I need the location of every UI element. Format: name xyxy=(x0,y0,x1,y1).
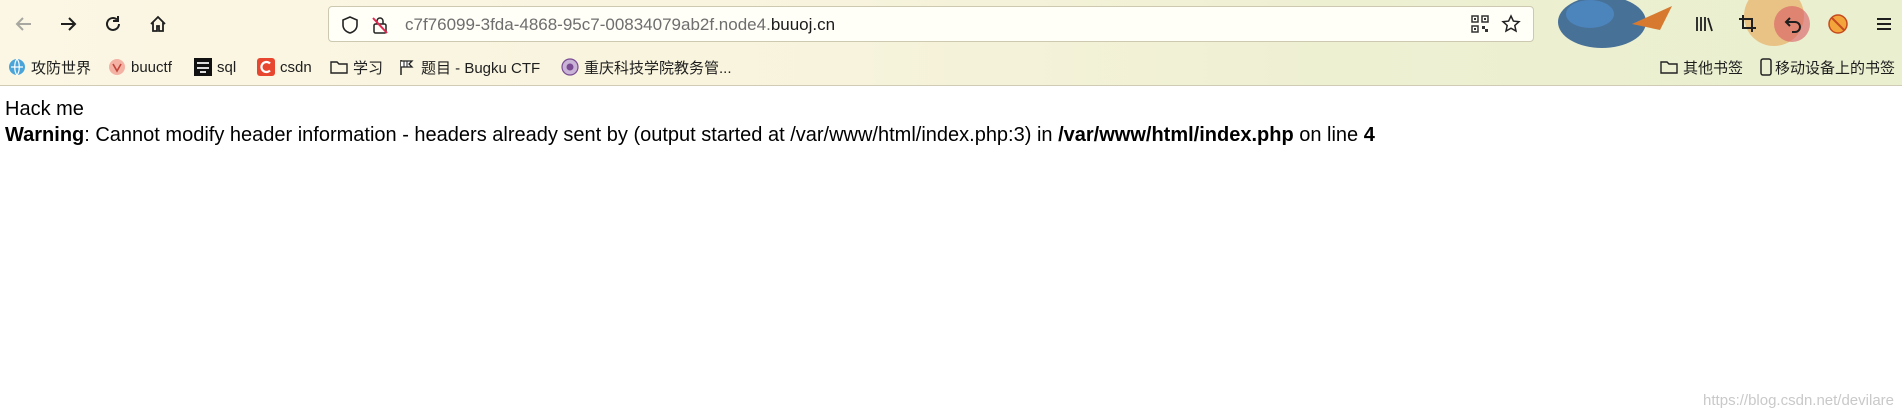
hack-me-text: Hack me xyxy=(5,98,84,120)
browser-toolbar: c7f76099-3fda-4868-95c7-00834079ab2f.nod… xyxy=(0,0,1902,49)
undo-icon xyxy=(1784,17,1801,33)
mobile-device-icon xyxy=(1760,58,1772,76)
bookmarks-toolbar: 攻防世界 buuctf sql csdn 学习 题目 - Bugku CTF 重… xyxy=(0,53,1902,81)
hamburger-menu-icon xyxy=(1877,18,1891,30)
bookmark-label: sql xyxy=(217,58,237,76)
bookmark-gongfang[interactable]: 攻防世界 xyxy=(8,56,91,78)
bookmark-label: 重庆科技学院教务管... xyxy=(584,59,732,77)
url-text[interactable]: c7f76099-3fda-4868-95c7-00834079ab2f.nod… xyxy=(405,14,835,36)
bookmark-label: csdn xyxy=(280,58,312,76)
url-host: buuoj.cn xyxy=(770,15,836,34)
bookmark-bugku[interactable]: 题目 - Bugku CTF xyxy=(398,56,540,78)
insecure-lock-icon[interactable] xyxy=(370,15,390,35)
bookmark-star-icon[interactable] xyxy=(1501,14,1521,34)
crop-icon xyxy=(1739,15,1756,32)
menu-button[interactable] xyxy=(1868,8,1900,40)
warning-line-number: 4 xyxy=(1363,124,1375,146)
forward-button[interactable] xyxy=(52,8,84,40)
home-icon xyxy=(150,15,166,32)
php-warning: Warning: Cannot modify header informatio… xyxy=(5,122,1375,148)
bookmark-cqust[interactable]: 重庆科技学院教务管... xyxy=(561,56,732,78)
bookmark-buuctf[interactable]: buuctf xyxy=(108,56,172,78)
address-bar[interactable]: c7f76099-3fda-4868-95c7-00834079ab2f.nod… xyxy=(328,6,1534,42)
hackit-logo-icon xyxy=(194,58,212,76)
buuctf-logo-icon xyxy=(108,58,126,76)
browser-chrome: c7f76099-3fda-4868-95c7-00834079ab2f.nod… xyxy=(0,0,1902,86)
bookmark-sql[interactable]: sql xyxy=(194,56,236,78)
csdn-logo-icon xyxy=(257,58,275,76)
bookmark-csdn[interactable]: csdn xyxy=(257,56,312,78)
watermark-text: https://blog.csdn.net/devilare xyxy=(1703,392,1894,409)
blocked-extension-icon xyxy=(1828,14,1848,34)
warning-file-path: /var/www/html/index.php xyxy=(1058,124,1294,146)
school-logo-icon xyxy=(561,58,579,76)
page-content: Hack me Warning: Cannot modify header in… xyxy=(5,96,1375,148)
warning-on-line: on line xyxy=(1293,124,1364,146)
bookmark-label: 其他书签 xyxy=(1683,59,1744,77)
flag-icon xyxy=(398,58,416,76)
bookmark-label: 攻防世界 xyxy=(31,59,92,77)
qr-code-icon[interactable] xyxy=(1471,15,1489,33)
back-icon xyxy=(15,17,31,31)
undo-close-tab-button[interactable] xyxy=(1777,8,1809,40)
bookmark-label: buuctf xyxy=(131,58,172,76)
globe-icon xyxy=(8,58,26,76)
reload-icon xyxy=(106,16,120,31)
folder-icon xyxy=(330,58,348,76)
reload-button[interactable] xyxy=(97,8,129,40)
home-button[interactable] xyxy=(142,8,174,40)
library-icon xyxy=(1696,17,1713,32)
screenshot-button[interactable] xyxy=(1732,8,1764,40)
forward-icon xyxy=(61,17,77,31)
bookmark-label: 移动设备上的书签 xyxy=(1775,59,1896,77)
bookmark-folder-xuexi[interactable]: 学习 xyxy=(330,56,383,78)
library-button[interactable] xyxy=(1688,8,1720,40)
extension-button[interactable] xyxy=(1822,8,1854,40)
warning-label: Warning xyxy=(5,124,85,146)
back-button[interactable] xyxy=(8,8,40,40)
url-subdomain: c7f76099-3fda-4868-95c7-00834079ab2f.nod… xyxy=(405,15,771,34)
mobile-bookmarks-folder[interactable]: 移动设备上的书签 xyxy=(1760,56,1895,78)
folder-icon xyxy=(1660,58,1678,76)
bookmark-label: 学习 xyxy=(353,59,384,77)
bookmark-label: 题目 - Bugku CTF xyxy=(421,59,541,77)
other-bookmarks-folder[interactable]: 其他书签 xyxy=(1660,56,1743,78)
warning-message: : Cannot modify header information - hea… xyxy=(84,124,1059,146)
tracking-protection-icon[interactable] xyxy=(340,15,360,35)
